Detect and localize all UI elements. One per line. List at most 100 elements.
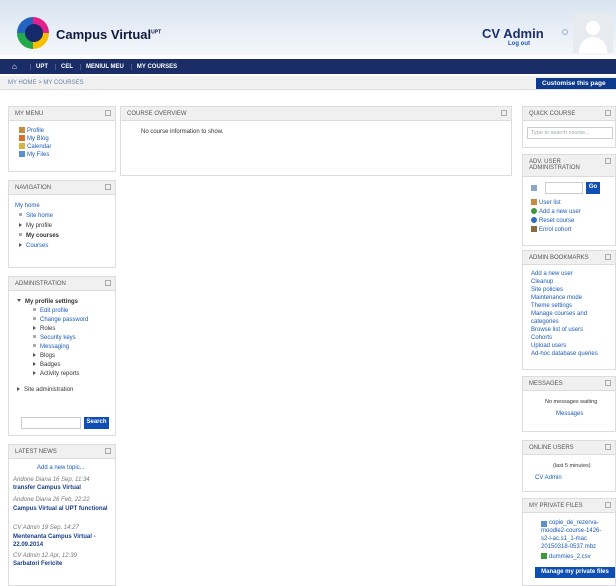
private-file-name[interactable]: moodle2-course-1426- [541,528,601,534]
nav-item-meniul-meu[interactable]: MENIUL MEU [80,63,124,70]
private-files-block: MY PRIVATE FILES copie_de_rezerva- moodl… [522,498,616,586]
block-title: MY PRIVATE FILES [523,499,615,513]
site-administration[interactable]: Site administration [17,387,73,393]
menu-item-files[interactable]: My Files [19,151,49,158]
bookmark-item[interactable]: Maintenance mode [531,295,582,301]
bookmark-item[interactable]: Cleanup [531,279,553,285]
users-icon [531,199,537,205]
menu-item-profile[interactable]: Profile [19,127,44,134]
block-title: ONLINE USERS [523,441,615,455]
collapse-icon[interactable] [105,448,111,454]
admin-badges[interactable]: Badges [33,362,60,368]
cohort-icon [531,226,537,232]
news-meta: Andone Diana 16 Sep, 11:34 [13,477,90,483]
manage-private-files-button[interactable]: Manage my private files [535,567,615,578]
collapse-icon[interactable] [605,444,611,450]
nav-my-courses[interactable]: My courses [19,233,59,239]
collapse-icon[interactable] [105,110,111,116]
private-file-csv[interactable]: dummies_2.csv [541,553,591,560]
reset-course-link[interactable]: Reset course [531,217,574,224]
user-list-link[interactable]: User list [531,199,561,206]
admin-blogs[interactable]: Blogs [33,353,55,359]
page-header: Campus VirtualUPT CV Admin Log out [0,0,616,55]
admin-change-password[interactable]: Change password [33,317,88,323]
user-name[interactable]: CV Admin [482,26,544,41]
bookmark-item[interactable]: Ad-hoc database queries [531,351,598,357]
course-overview-empty: No course information to show. [141,129,224,135]
admin-search-input[interactable] [21,417,81,429]
quick-course-search-input[interactable]: Type to search course... [527,127,613,139]
private-file-name[interactable]: 20150318-0537.mbz [541,544,596,550]
bookmark-item[interactable]: categories [531,319,559,325]
admin-messaging[interactable]: Messaging [33,344,69,350]
news-title[interactable]: Sarbatori Fericite [13,561,62,567]
block-title: ADV. USER ADMINISTRATION [523,155,615,177]
menu-item-calendar[interactable]: Calendar [19,143,51,150]
collapse-icon[interactable] [605,158,611,164]
add-icon [531,208,537,214]
nav-my-profile[interactable]: My profile [19,223,52,229]
navigation-block: NAVIGATION My home Site home My profile … [8,180,116,268]
private-file-name[interactable]: s2-l-ac.s1_1-mac [541,536,587,542]
nav-my-home[interactable]: My home [15,203,40,209]
news-title[interactable]: Mentenanta Campus Virtual - 22.09.2014 [13,533,113,549]
block-title: MY MENU [9,107,115,121]
file-icon [541,521,547,527]
enrol-cohort-link[interactable]: Enrol cohort [531,226,571,233]
admin-activity-reports[interactable]: Activity reports [33,371,79,377]
private-file-name[interactable]: copie_de_rezerva- [549,520,599,526]
adv-user-search-input[interactable] [545,182,583,194]
add-new-topic-link[interactable]: Add a new topic... [37,465,85,471]
block-title: ADMINISTRATION [9,277,115,291]
blog-icon [19,135,25,141]
online-users-block: ONLINE USERS (last 5 minutes) CV Admin [522,440,616,492]
calendar-icon [19,143,25,149]
menu-item-blog[interactable]: My Blog [19,135,49,142]
bookmark-item[interactable]: Theme settings [531,303,572,309]
brand-title[interactable]: Campus VirtualUPT [56,27,161,42]
add-new-user-link[interactable]: Add a new user [531,208,581,215]
user-menu-caret-icon[interactable] [562,29,568,35]
online-user[interactable]: CV Admin [535,475,562,481]
collapse-icon[interactable] [501,110,507,116]
admin-edit-profile[interactable]: Edit profile [33,308,68,314]
news-title[interactable]: Campus Virtual al UPT functional [13,505,109,513]
news-meta: CV Admin 19 Sep, 14:27 [13,525,79,531]
nav-item-upt[interactable]: UPT [30,63,48,70]
block-title: COURSE OVERVIEW [121,107,511,121]
bookmark-item[interactable]: Manage courses and [531,311,587,317]
customise-page-button[interactable]: Customise this page [536,78,616,89]
campus-virtual-logo[interactable] [17,17,49,49]
messages-link[interactable]: Messages [556,411,583,417]
collapse-icon[interactable] [105,184,111,190]
course-overview-block: COURSE OVERVIEW No course information to… [120,106,512,176]
go-button[interactable]: Go [586,182,600,194]
admin-security-keys[interactable]: Security keys [33,335,76,341]
reset-icon [531,217,537,223]
logout-link[interactable]: Log out [508,41,530,47]
bookmark-item[interactable]: Add a new user [531,271,573,277]
profile-settings-toggle[interactable]: My profile settings [17,299,78,305]
collapse-icon[interactable] [105,280,111,286]
admin-roles[interactable]: Roles [33,326,55,332]
nav-item-my-courses[interactable]: MY COURSES [130,63,177,70]
admin-search-button[interactable]: Search [84,417,109,429]
collapse-icon[interactable] [605,380,611,386]
bookmark-item[interactable]: Cohorts [531,335,552,341]
nav-courses[interactable]: Courses [19,243,48,249]
collapse-icon[interactable] [605,110,611,116]
collapse-icon[interactable] [605,254,611,260]
block-title: LATEST NEWS [9,445,115,459]
nav-site-home[interactable]: Site home [19,213,53,219]
adv-user-admin-block: ADV. USER ADMINISTRATION Go User list Add… [522,154,616,246]
collapse-icon[interactable] [605,502,611,508]
messages-block: MESSAGES No messages waiting Messages [522,376,616,432]
bookmark-item[interactable]: Browse list of users [531,327,583,333]
bookmark-item[interactable]: Site policies [531,287,563,293]
news-title[interactable]: transfer Campus Virtual [13,485,81,491]
home-icon[interactable]: ⌂ [12,62,20,71]
avatar[interactable] [573,13,613,53]
bookmark-item[interactable]: Upload users [531,343,566,349]
nav-item-cel[interactable]: CEL [55,63,73,70]
breadcrumb[interactable]: MY HOME > MY COURSES [8,80,84,86]
